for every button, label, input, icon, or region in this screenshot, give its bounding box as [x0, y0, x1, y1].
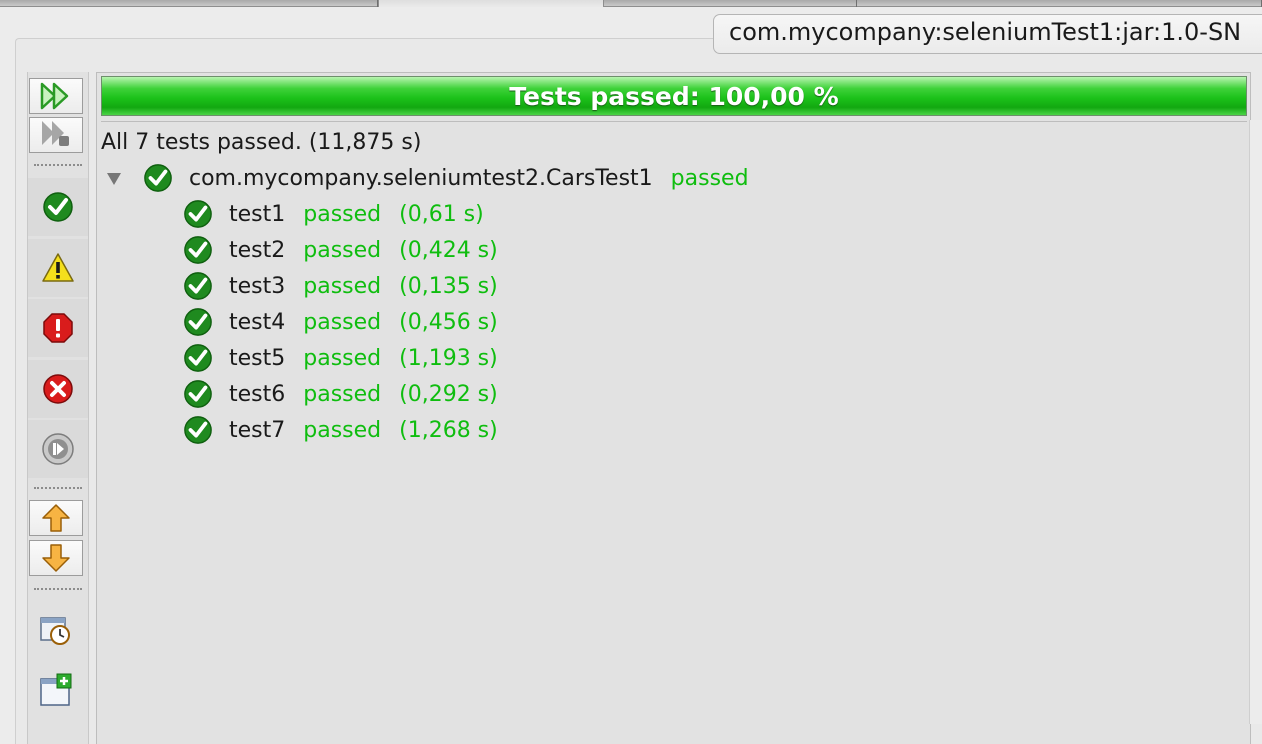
test-name: test6 [229, 381, 286, 407]
suite-status: passed [670, 165, 749, 191]
tree-row-test[interactable]: test6 passed (0,292 s) [183, 378, 498, 410]
check-circle-icon [144, 164, 172, 192]
arrow-up-icon [42, 504, 70, 532]
test-status: passed [303, 381, 382, 407]
editor-tab[interactable] [0, 0, 378, 7]
arrow-down-icon [42, 544, 70, 572]
editor-tab-strip [0, 0, 1262, 7]
test-time: (0,61 s) [399, 201, 484, 227]
test-status: passed [303, 201, 382, 227]
progress-bar: Tests passed: 100,00 % [101, 76, 1247, 116]
suite-name: com.mycompany.seleniumtest2.CarsTest1 [189, 165, 653, 191]
test-status: passed [303, 309, 382, 335]
tree-row-test[interactable]: test7 passed (1,268 s) [183, 414, 498, 446]
test-name: test3 [229, 273, 286, 299]
toolbar-separator [34, 487, 82, 489]
test-status: passed [303, 417, 382, 443]
window-title-tab[interactable]: com.mycompany:seleniumTest1:jar:1.0-SN [713, 14, 1262, 54]
show-failures-button[interactable] [28, 360, 88, 418]
check-circle-icon [43, 192, 73, 222]
editor-tab[interactable] [604, 0, 857, 7]
tree-row-test[interactable]: test3 passed (0,135 s) [183, 270, 498, 302]
test-time: (0,424 s) [399, 237, 498, 263]
check-circle-icon [184, 272, 212, 300]
editor-tab-active[interactable] [378, 0, 604, 7]
window-plus-icon [40, 673, 72, 706]
test-time: (0,456 s) [399, 309, 498, 335]
rerun-all-button[interactable] [29, 78, 83, 114]
test-time: (1,193 s) [399, 345, 498, 371]
tree-row-suite[interactable]: com.mycompany.seleniumtest2.CarsTest1 pa… [107, 162, 749, 194]
test-name: test7 [229, 417, 286, 443]
test-time: (0,135 s) [399, 273, 498, 299]
panel-right-edge [1249, 120, 1262, 724]
toolbar-separator [34, 588, 82, 590]
show-warnings-button[interactable] [28, 239, 88, 297]
new-window-button[interactable] [29, 672, 83, 708]
test-results-toolbar [27, 72, 89, 744]
test-status: passed [303, 345, 382, 371]
show-errors-button[interactable] [28, 299, 88, 357]
test-name: test2 [229, 237, 286, 263]
collapse-triangle-icon[interactable] [107, 173, 121, 185]
double-play-icon [40, 82, 69, 110]
tree-row-test[interactable]: test1 passed (0,61 s) [183, 198, 484, 230]
tree-row-test[interactable]: test4 passed (0,456 s) [183, 306, 498, 338]
check-circle-icon [184, 308, 212, 336]
clock-window-icon [40, 617, 70, 645]
tree-row-test[interactable]: test2 passed (0,424 s) [183, 234, 498, 266]
play-stop-icon [42, 121, 69, 146]
check-circle-icon [184, 344, 212, 372]
test-time: (1,268 s) [399, 417, 498, 443]
show-passed-button[interactable] [28, 178, 88, 236]
error-octagon-icon [43, 313, 73, 343]
rerun-failed-button[interactable] [29, 117, 83, 153]
test-status: passed [303, 273, 382, 299]
x-circle-icon [43, 374, 73, 404]
check-circle-icon [184, 200, 212, 228]
warning-triangle-icon [42, 253, 74, 282]
check-circle-icon [184, 380, 212, 408]
progress-label: Tests passed: 100,00 % [509, 81, 839, 111]
tree-row-test[interactable]: test5 passed (1,193 s) [183, 342, 498, 374]
previous-failure-button[interactable] [29, 500, 83, 536]
show-skipped-button[interactable] [28, 420, 88, 478]
results-summary: All 7 tests passed. (11,875 s) [101, 126, 421, 158]
history-button[interactable] [29, 613, 83, 649]
editor-tab[interactable] [857, 0, 1262, 7]
next-failure-button[interactable] [29, 540, 83, 576]
test-name: test5 [229, 345, 286, 371]
test-status: passed [303, 237, 382, 263]
test-results-area: Tests passed: 100,00 % All 7 tests passe… [96, 72, 1251, 744]
check-circle-icon [184, 416, 212, 444]
test-time: (0,292 s) [399, 381, 498, 407]
test-name: test4 [229, 309, 286, 335]
skip-circle-icon [42, 433, 74, 465]
test-name: test1 [229, 201, 286, 227]
summary-text: All 7 tests passed. (11,875 s) [101, 129, 422, 155]
results-tree[interactable]: All 7 tests passed. (11,875 s) com.mycom… [101, 121, 1247, 744]
toolbar-separator [34, 164, 82, 166]
check-circle-icon [184, 236, 212, 264]
